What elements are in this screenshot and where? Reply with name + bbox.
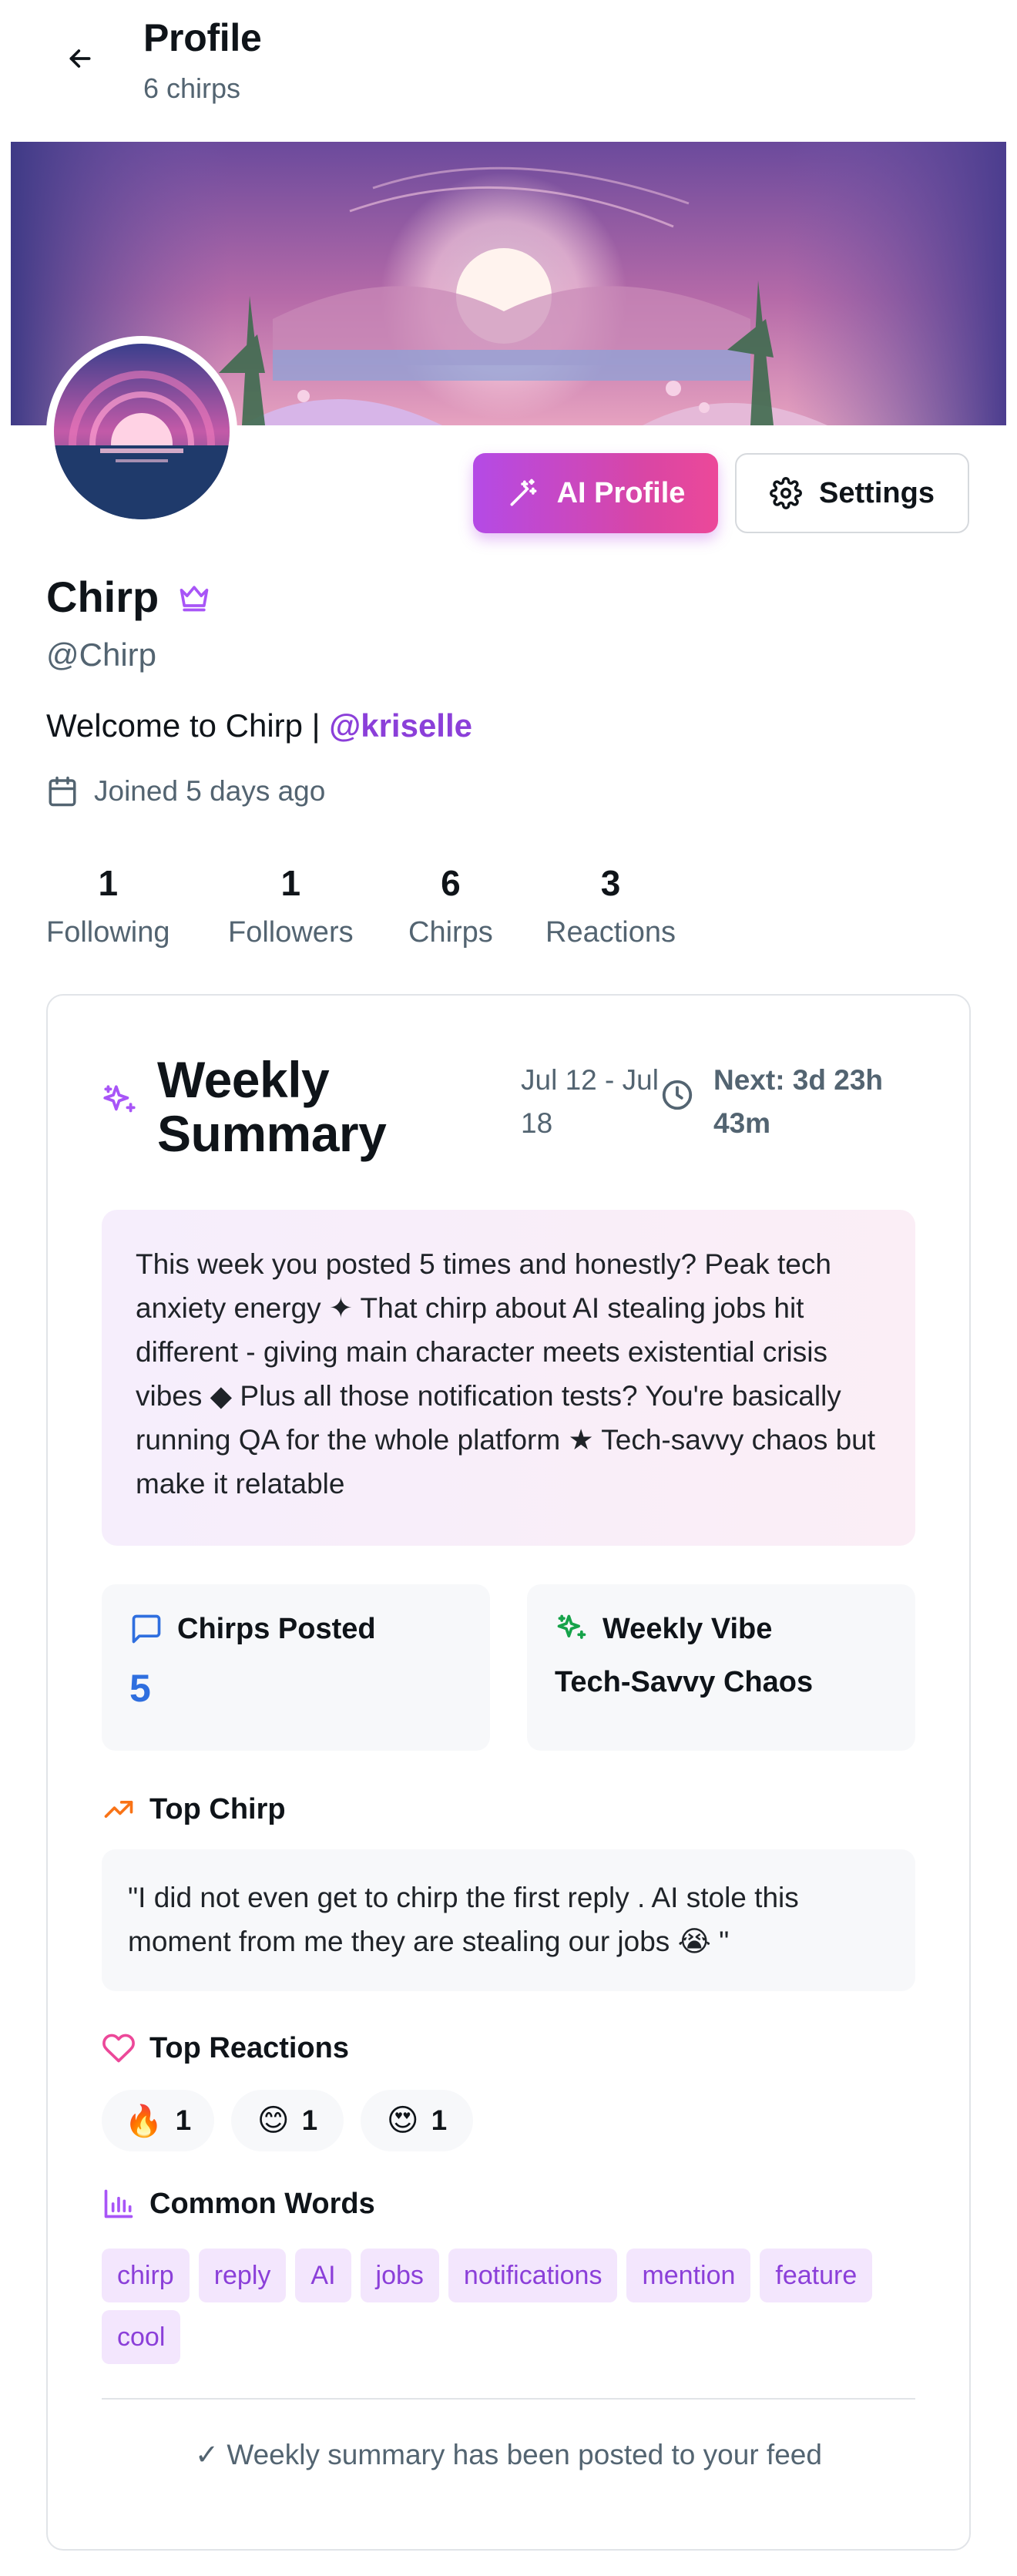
reaction-chip[interactable]: 😊 1 (231, 2090, 344, 2151)
sparkles-icon (103, 1085, 136, 1113)
word-tag: jobs (360, 2249, 439, 2302)
profile-name-row: Chirp (46, 572, 211, 622)
stat-label: Chirps (408, 916, 493, 949)
clock-icon (662, 1080, 693, 1110)
top-chirp-heading: Top Chirp (102, 1792, 286, 1826)
title-line-2: Summary (157, 1105, 387, 1162)
common-words-heading: Common Words (102, 2187, 375, 2221)
top-reactions-heading: Top Reactions (102, 2031, 349, 2065)
word-tag: reply (198, 2249, 287, 2302)
profile-handle: @Chirp (46, 636, 157, 673)
chirp-count: 6 chirps (143, 72, 241, 104)
chirps-posted-value: 5 (129, 1667, 151, 1710)
sparkles-icon (557, 1614, 586, 1639)
settings-label: Settings (819, 476, 935, 509)
fire-emoji: 🔥 (124, 2104, 163, 2138)
next-summary-countdown: Next: 3d 23h 43m (713, 1064, 884, 1139)
reaction-count: 1 (431, 2104, 448, 2136)
joined-row: Joined 5 days ago (46, 775, 325, 808)
weekly-vibe-label: Weekly Vibe (602, 1612, 773, 1645)
word-tag: cool (102, 2310, 181, 2364)
stat-label: Followers (228, 916, 354, 949)
title-line-1: Weekly (157, 1051, 330, 1108)
reaction-count: 1 (175, 2104, 192, 2136)
bio-text: Welcome to Chirp | (46, 707, 330, 744)
profile-name: Chirp (46, 573, 159, 621)
settings-button[interactable]: Settings (735, 453, 969, 533)
word-tag: AI (295, 2249, 351, 2302)
joined-date: Joined 5 days ago (94, 775, 326, 807)
back-button[interactable] (59, 37, 102, 80)
stat-value: 6 (441, 863, 461, 903)
top-chirp-text[interactable]: "I did not even get to chirp the first r… (102, 1849, 915, 1991)
top-reactions-label: Top Reactions (149, 2031, 349, 2064)
divider (102, 2398, 915, 2400)
stat-value: 1 (98, 863, 119, 903)
top-chirp-label: Top Chirp (149, 1792, 286, 1825)
stat-value: 3 (600, 863, 621, 903)
word-tag: feature (760, 2249, 873, 2302)
stat-followers[interactable]: 1 Followers (228, 860, 354, 956)
bar-chart-icon (104, 2189, 133, 2218)
heart-eyes-emoji: 😍 (386, 2104, 419, 2138)
smile-emoji: 😊 (257, 2104, 290, 2138)
heart-icon (102, 2034, 135, 2063)
reaction-chip[interactable]: 😍 1 (361, 2090, 473, 2151)
word-tag: chirp (102, 2249, 190, 2302)
stat-following[interactable]: 1 Following (46, 860, 170, 956)
message-icon (132, 1614, 161, 1644)
stat-value: 1 (280, 863, 301, 903)
weekly-vibe-value: Tech-Savvy Chaos (555, 1666, 814, 1698)
stat-chirps[interactable]: 6 Chirps (408, 860, 493, 956)
date-range: Jul 12 - Jul 18 (521, 1064, 659, 1139)
stat-reactions[interactable]: 3 Reactions (545, 860, 676, 956)
trending-up-icon (104, 1801, 133, 1818)
posted-confirmation: ✓ Weekly summary has been posted to your… (195, 2439, 822, 2470)
weekly-vibe-card: Weekly Vibe Tech-Savvy Chaos (527, 1584, 915, 1751)
profile-bio: Welcome to Chirp | @kriselle (46, 707, 472, 744)
summary-text: This week you posted 5 times and honestl… (102, 1210, 915, 1546)
common-words-label: Common Words (149, 2187, 375, 2220)
bio-mention-link[interactable]: @kriselle (329, 707, 472, 744)
magic-wand-icon (510, 479, 537, 506)
reaction-count: 1 (301, 2104, 318, 2136)
word-tags: chirp reply AI jobs notifications mentio… (102, 2249, 915, 2364)
ai-profile-label: AI Profile (556, 476, 686, 509)
avatar[interactable] (54, 344, 230, 519)
stat-label: Reactions (545, 916, 676, 949)
page-title: Profile (143, 16, 262, 59)
arrow-left-icon (69, 49, 91, 68)
word-tag: notifications (448, 2249, 618, 2302)
weekly-summary-title: Weekly Summary (157, 1051, 387, 1162)
chirps-posted-card: Chirps Posted 5 (102, 1584, 490, 1751)
gear-icon (770, 477, 803, 509)
stat-label: Following (46, 916, 170, 949)
crown-icon (180, 585, 209, 611)
calendar-icon (49, 776, 76, 807)
chirps-posted-label: Chirps Posted (177, 1612, 376, 1645)
word-tag: mention (626, 2249, 751, 2302)
reaction-chip[interactable]: 🔥 1 (102, 2090, 214, 2151)
ai-profile-button[interactable]: AI Profile (473, 453, 718, 533)
